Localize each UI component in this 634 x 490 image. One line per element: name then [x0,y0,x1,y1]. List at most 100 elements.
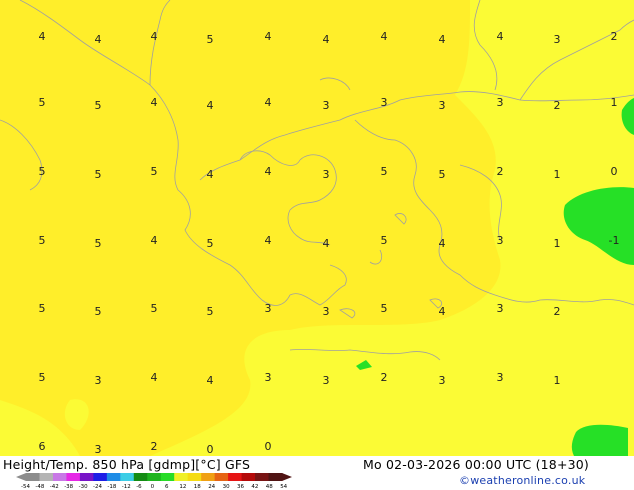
map-value-label: 1 [554,374,561,387]
colorbar-swatch [26,473,40,481]
map-value-label: 2 [554,305,561,318]
map-value-label: 2 [554,99,561,112]
map-value-label: 5 [95,305,102,318]
map-value-label: -1 [609,234,620,247]
map-value-label: 3 [497,371,504,384]
colorbar-tick-label: -18 [107,484,117,490]
colorbar-swatch [174,473,189,481]
map-value-label: 6 [39,440,46,453]
map-value-label: 3 [323,99,330,112]
colorbar-tick-label: -6 [136,484,142,490]
map-title: Height/Temp. 850 hPa [gdmp][°C] GFS [3,457,251,472]
map-value-label: 5 [207,305,214,318]
map-value-label: 4 [39,30,46,43]
map-value-label: 1 [554,168,561,181]
map-value-label: 4 [265,234,272,247]
colorbar-tick-label: 18 [193,484,201,490]
map-value-label: 3 [265,302,272,315]
colorbar-tick-label: -30 [78,484,88,490]
map-value-label: 1 [554,237,561,250]
map-value-label: 4 [95,33,102,46]
map-value-label: 0 [611,165,618,178]
map-canvas: 4 4 4 5 4 4 4 4 4 3 2 5 5 4 4 4 3 3 3 3 2 1 5 5 5 4 4 3 5 5 2 1 0 5 5 4 5 4 4 5… [0,0,634,456]
map-value-label: 2 [381,371,388,384]
colorbar [16,473,292,481]
colorbar-swatch [160,473,175,481]
map-value-label: 1 [611,96,618,109]
colorbar-tick-label: 12 [179,484,187,490]
map-value-label: 4 [323,237,330,250]
map-value-label: 0 [207,443,214,456]
colorbar-tick-label: 36 [237,484,244,490]
colorbar-right-arrow [282,473,292,481]
colorbar-swatch [201,473,216,481]
map-value-label: 4 [151,30,158,43]
map-value-label: 4 [151,234,158,247]
map-value-label: 4 [323,33,330,46]
weather-map: 4 4 4 5 4 4 4 4 4 3 2 5 5 4 4 4 3 3 3 3 2 1 5 5 5 4 4 3 5 5 2 1 0 5 5 4 5 4 4 5… [0,0,634,456]
map-value-label: 0 [265,440,272,453]
colorbar-tick-label: -38 [64,484,74,490]
map-value-label: 3 [554,33,561,46]
colorbar-tick-label: 48 [265,484,273,490]
colorbar-swatch [255,473,270,481]
colorbar-tick-label: -24 [93,484,102,490]
map-value-label: 3 [497,96,504,109]
colorbar-swatch [79,473,94,481]
map-value-label: 4 [497,30,504,43]
map-value-label: 4 [265,165,272,178]
map-value-label: 4 [151,371,158,384]
colorbar-tick-label: 24 [208,484,216,490]
colorbar-ticks: -54 -48 -42 -38 -30 -24 -18 -12 -6 0 6 12 18 24 30 36 42… [0,484,300,490]
map-value-label: 2 [497,165,504,178]
map-value-label: 4 [265,30,272,43]
colorbar-tick-label: -42 [49,484,59,490]
colorbar-swatch [241,473,256,481]
colorbar-tick-label: 42 [251,484,259,490]
colorbar-tick-label: -12 [121,484,131,490]
colorbar-tick-label: 30 [222,484,230,490]
colorbar-swatch [147,473,162,481]
colorbar-swatch [214,473,229,481]
map-value-label: 4 [381,30,388,43]
map-value-label: 3 [497,234,504,247]
colorbar-tick-label: 54 [280,484,288,490]
colorbar-swatch [93,473,108,481]
colorbar-swatch [268,473,283,481]
credit-link[interactable]: ©weatheronline.co.uk [459,474,585,487]
map-value-label: 3 [497,302,504,315]
map-value-label: 3 [439,374,446,387]
forecast-datetime: Mo 02-03-2026 00:00 UTC (18+30) [363,457,590,472]
map-value-label: 4 [207,374,214,387]
map-value-label: 3 [323,168,330,181]
colorbar-swatch [39,473,54,481]
map-value-label: 3 [265,371,272,384]
map-value-label: 4 [265,96,272,109]
map-value-label: 5 [151,302,158,315]
green-area-se [571,424,628,456]
colorbar-tick-label: 6 [165,484,169,490]
colorbar-tick-label: -54 [21,484,30,490]
map-value-label: 4 [439,33,446,46]
map-value-label: 5 [207,33,214,46]
map-value-label: 5 [95,237,102,250]
map-value-label: 5 [381,234,388,247]
map-value-label: 3 [381,96,388,109]
colorbar-swatch [228,473,243,481]
colorbar-tick-label: 0 [150,484,155,490]
map-value-label: 3 [95,443,102,456]
map-value-label: 2 [151,440,158,453]
map-value-label: 4 [439,237,446,250]
map-value-label: 2 [611,30,618,43]
map-value-label: 3 [323,374,330,387]
map-value-label: 5 [439,168,446,181]
map-value-label: 3 [439,99,446,112]
map-value-label: 5 [95,168,102,181]
map-value-label: 4 [151,96,158,109]
map-value-label: 5 [381,165,388,178]
colorbar-swatch [120,473,135,481]
colorbar-swatch [52,473,67,481]
map-value-label: 5 [207,237,214,250]
map-value-label: 5 [151,165,158,178]
map-value-label: 4 [207,168,214,181]
